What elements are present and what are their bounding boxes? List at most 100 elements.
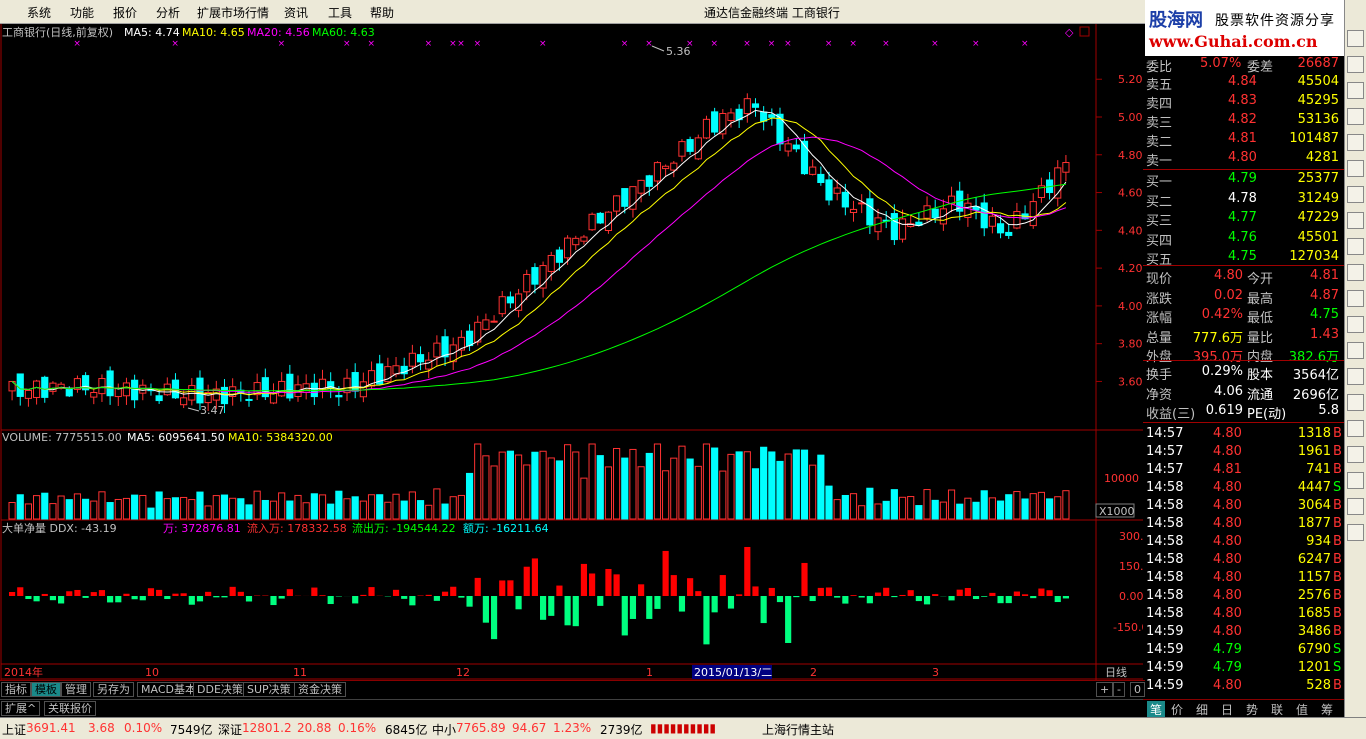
bid-row: 买一 4.79 25377 <box>1143 171 1344 190</box>
tick-icon[interactable] <box>1347 316 1364 333</box>
list-icon[interactable] <box>1347 108 1364 125</box>
volume-bar <box>907 496 915 520</box>
pen-icon[interactable] <box>1347 498 1364 515</box>
volume-bar <box>8 502 16 520</box>
volume-bar <box>49 503 57 520</box>
bar-icon[interactable] <box>1347 160 1364 177</box>
quote-panel: 委比 5.07% 委差 26687 卖五 4.84 45504 卖四 4.83 45295 卖三 4.… <box>1143 56 1344 716</box>
tab-sup[interactable]: SUP决策 <box>243 682 295 697</box>
kline-icon[interactable] <box>1347 290 1364 307</box>
quote-cell: S <box>1333 642 1342 657</box>
rtab-link[interactable]: 联 <box>1271 701 1283 718</box>
forward-icon[interactable] <box>1347 82 1364 99</box>
back-icon[interactable] <box>1347 56 1364 73</box>
tab-manage[interactable]: 管理 <box>61 682 91 697</box>
status-indicator-icon: ▮▮▮▮▮▮▮▮▮▮ <box>650 721 717 735</box>
zoom-in-button[interactable]: + <box>1096 682 1114 697</box>
scroll-icon[interactable] <box>1347 524 1364 541</box>
tab-template[interactable]: 模板 <box>31 682 61 697</box>
ddx-bar <box>270 596 277 606</box>
ddx-bar <box>899 594 906 596</box>
signal-mark: × <box>343 39 351 49</box>
candle-body <box>662 165 670 170</box>
tab-indicator[interactable]: 指标 <box>1 682 31 697</box>
volume-bar <box>220 494 229 520</box>
fz-icon[interactable] <box>1347 342 1364 359</box>
volume-bar <box>596 455 604 520</box>
volume-bar <box>678 445 686 520</box>
globe-icon[interactable] <box>1347 446 1364 463</box>
clock-icon[interactable] <box>1347 394 1364 411</box>
price-tick: 4.80 <box>1118 149 1143 162</box>
rtab-detail[interactable]: 细 <box>1196 701 1208 718</box>
extend-button[interactable]: 扩展^ <box>1 701 41 716</box>
tab-fund[interactable]: 资金决策 <box>294 682 346 697</box>
signal-mark: × <box>474 39 482 49</box>
quote-cell: 45295 <box>1297 93 1339 108</box>
rtab-price[interactable]: 价 <box>1171 701 1183 718</box>
volume-bar <box>367 494 376 520</box>
volume-bar <box>931 499 939 520</box>
quote-cell: 4.81 <box>1228 131 1257 146</box>
zoom-out-button[interactable]: - <box>1113 682 1125 697</box>
candle-body <box>498 296 506 315</box>
period-label[interactable]: 日线 <box>1105 665 1127 679</box>
server-name[interactable]: 上海行情主站 <box>762 721 834 738</box>
volume-bar <box>743 451 751 520</box>
signal-mark: × <box>73 39 81 49</box>
menu-tools[interactable]: 工具 <box>328 4 352 21</box>
candle-body <box>155 395 163 402</box>
rtab-chips[interactable]: 筹 <box>1321 701 1333 718</box>
menu-extended-market[interactable]: 扩展市场行情 <box>197 4 269 21</box>
tab-dde[interactable]: DDE决策 <box>193 682 247 697</box>
signal-mark: × <box>768 39 776 49</box>
layout-icon[interactable] <box>1347 212 1364 229</box>
volume-bar <box>939 501 947 520</box>
tab-save-as[interactable]: 另存为 <box>93 682 134 697</box>
menu-help[interactable]: 帮助 <box>370 4 394 21</box>
ddx-bar <box>409 596 416 606</box>
menu-system[interactable]: 系统 <box>27 4 51 21</box>
volume-bar <box>441 503 449 520</box>
home-icon[interactable] <box>1347 30 1364 47</box>
quote-cell: 31249 <box>1297 190 1339 206</box>
ddx-bar <box>147 588 155 596</box>
menu-analysis[interactable]: 分析 <box>156 4 180 21</box>
quote-cell: 卖二 <box>1146 135 1173 150</box>
menu-quote[interactable]: 报价 <box>113 4 137 21</box>
ddx-bar <box>278 596 285 599</box>
sh-value: 3691.41 <box>26 721 76 735</box>
sh-amount: 7549亿 <box>170 723 213 737</box>
rtab-day[interactable]: 日 <box>1221 701 1233 718</box>
volume-bar <box>41 492 49 520</box>
quote-cell: 4.80 <box>1213 606 1242 621</box>
menu-news[interactable]: 资讯 <box>284 4 308 21</box>
trend-icon[interactable] <box>1347 264 1364 281</box>
date-12: 12 <box>456 666 470 679</box>
rtab-trend[interactable]: 势 <box>1246 701 1258 718</box>
lock-icon[interactable] <box>1347 368 1364 385</box>
quote-cell: 4.80 <box>1213 444 1242 459</box>
ddx-bar <box>74 589 81 596</box>
kline-chart-area[interactable]: 5.205.004.804.604.404.204.003.803.60 × × ×… <box>0 24 1143 680</box>
related-quote-button[interactable]: 关联报价 <box>44 701 96 716</box>
tick-row: 14:57 4.80 1961 B <box>1143 444 1344 462</box>
menu-function[interactable]: 功能 <box>70 4 94 21</box>
search-icon[interactable] <box>1347 238 1364 255</box>
rtab-value[interactable]: 值 <box>1296 701 1308 718</box>
rtab-tick[interactable]: 笔 <box>1147 701 1166 718</box>
chart-icon[interactable] <box>1347 134 1364 151</box>
ddx-bar <box>401 596 408 599</box>
ddx-bar <box>654 596 661 609</box>
ddx-wan: 万: 372876.81 <box>163 522 241 535</box>
stat2-row: 换手 0.29% 股本 3564亿 <box>1143 364 1344 383</box>
volume-bar <box>555 460 564 520</box>
compass-icon[interactable] <box>1347 472 1364 489</box>
tab-macd[interactable]: MACD基本 <box>137 682 200 697</box>
rsi-icon[interactable] <box>1347 420 1364 437</box>
candle-body <box>751 103 760 108</box>
quote-cell: 2696亿 <box>1292 387 1339 403</box>
ddx-bar <box>107 596 114 603</box>
ddx-bar <box>907 590 914 596</box>
f10-icon[interactable] <box>1347 186 1364 203</box>
